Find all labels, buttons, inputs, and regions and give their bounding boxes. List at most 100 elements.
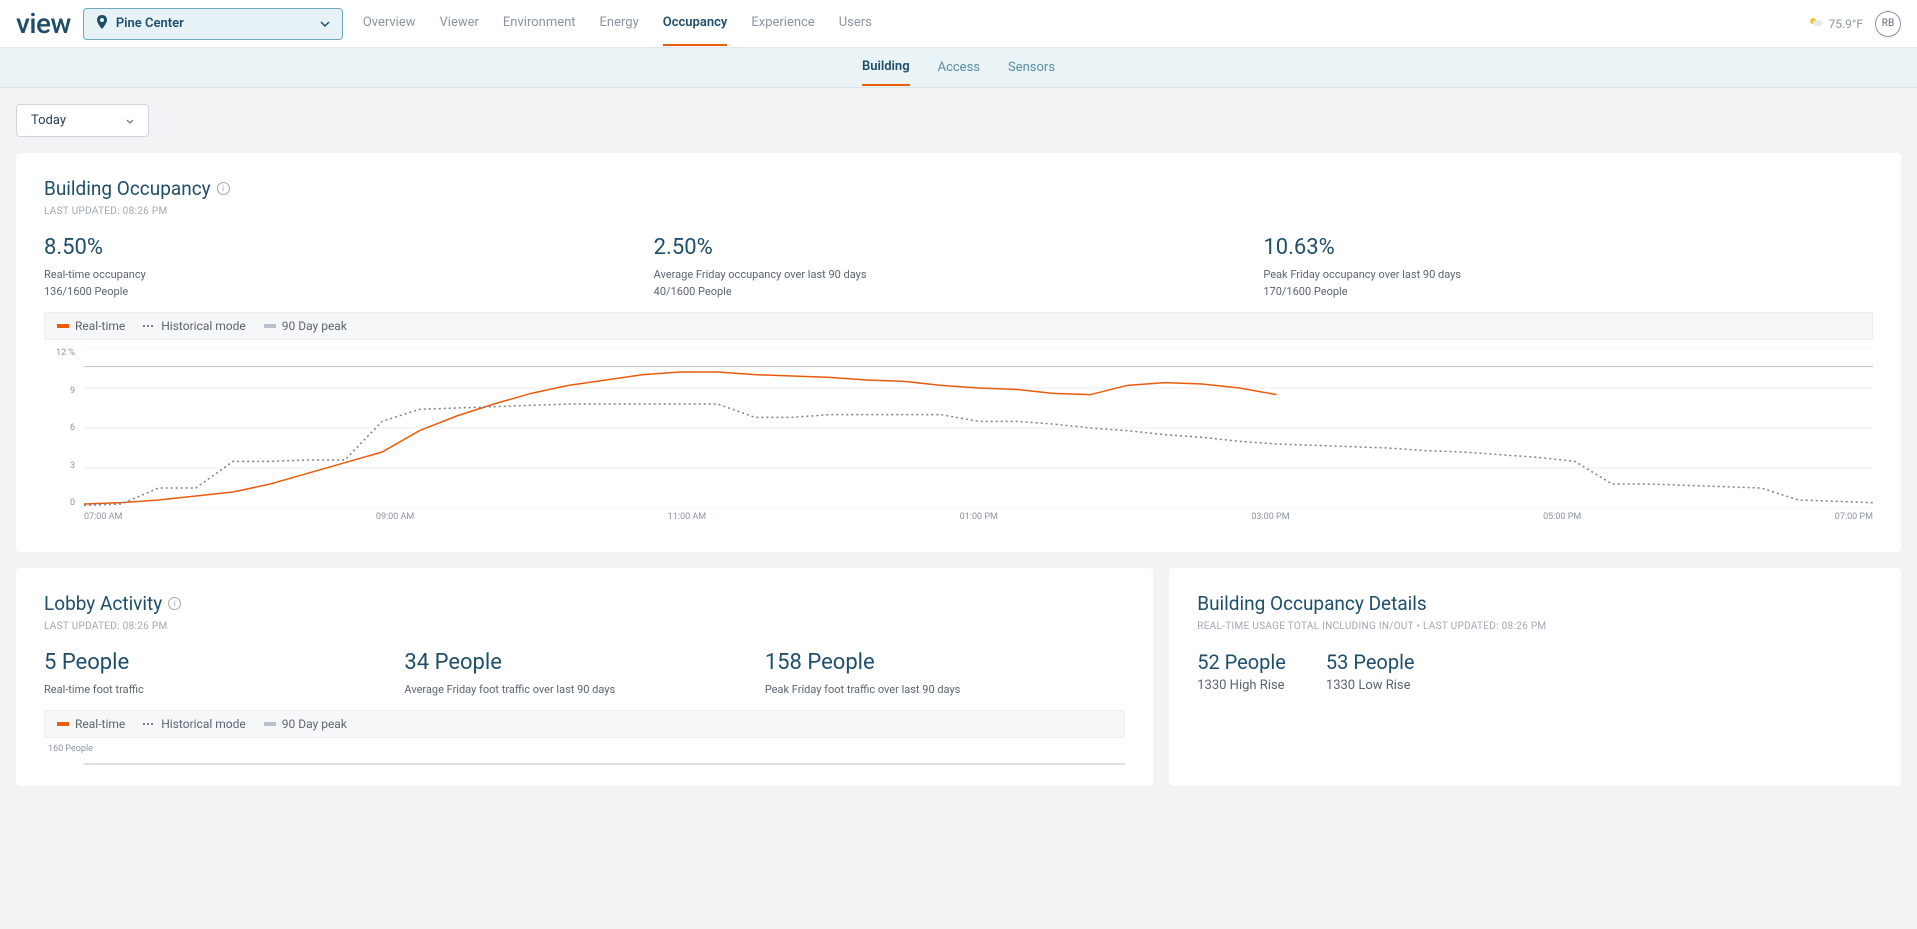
card-title: Building Occupancy i	[44, 177, 1873, 200]
stat-label: Peak Friday occupancy over last 90 days	[1263, 268, 1873, 281]
stat-value: 10.63%	[1263, 235, 1873, 260]
stat-value: 5 People	[44, 650, 404, 675]
last-updated: LAST UPDATED: 08:26 PM	[44, 621, 1125, 632]
subtitle: REAL-TIME USAGE TOTAL INCLUDING IN/OUT •…	[1197, 621, 1873, 632]
stats-row: 5 People Real-time foot traffic34 People…	[44, 650, 1125, 696]
y-axis: 12 % 9 6 3 0	[44, 348, 79, 508]
chevron-down-icon	[320, 16, 330, 31]
occupancy-chart: 12 % 9 6 3 0 07:00 AM 09:00 AM 11:00 AM 01:00 P…	[44, 348, 1873, 528]
stat-sub: 40/1600 People	[654, 285, 1264, 298]
detail-label: 1330 Low Rise	[1326, 678, 1415, 693]
nav-tab-energy[interactable]: Energy	[600, 1, 639, 46]
sub-tabs: Building Access Sensors	[0, 48, 1917, 88]
temperature-value: 75.9°F	[1828, 17, 1863, 31]
nav-tab-viewer[interactable]: Viewer	[440, 1, 479, 46]
brand-logo: view	[16, 7, 71, 40]
stat-block: 10.63% Peak Friday occupancy over last 9…	[1263, 235, 1873, 298]
x-tick: 07:00 AM	[84, 512, 122, 528]
caret-down-icon	[126, 113, 134, 128]
card-title: Building Occupancy Details	[1197, 592, 1873, 615]
detail-value: 53 People	[1326, 650, 1415, 674]
x-tick: 01:00 PM	[960, 512, 998, 528]
card-title-text: Building Occupancy	[44, 177, 211, 200]
card-title-text: Building Occupancy Details	[1197, 592, 1426, 615]
y-tick: 3	[44, 461, 79, 471]
lobby-y-top-label: 160 People	[48, 744, 1125, 754]
detail-label: 1330 High Rise	[1197, 678, 1286, 693]
detail-block: 53 People 1330 Low Rise	[1326, 650, 1415, 693]
detail-value: 52 People	[1197, 650, 1286, 674]
stat-sub: 136/1600 People	[44, 285, 654, 298]
stat-value: 8.50%	[44, 235, 654, 260]
time-range-value: Today	[31, 113, 66, 128]
stat-value: 158 People	[765, 650, 1125, 675]
x-tick: 03:00 PM	[1251, 512, 1289, 528]
y-tick: 6	[44, 423, 79, 433]
y-tick: 12 %	[44, 348, 79, 358]
x-axis: 07:00 AM 09:00 AM 11:00 AM 01:00 PM 03:00 PM…	[84, 512, 1873, 528]
main-tabs: Overview Viewer Environment Energy Occupancy…	[363, 1, 872, 46]
stat-value: 34 People	[404, 650, 764, 675]
series-real-time	[84, 372, 1277, 504]
chart-legend: Real-time Historical mode 90 Day peak	[44, 312, 1873, 340]
details-row: 52 People 1330 High Rise 53 People 1330 L…	[1197, 650, 1873, 693]
y-tick: 9	[44, 386, 79, 396]
stat-value: 2.50%	[654, 235, 1264, 260]
stat-block: 8.50% Real-time occupancy 136/1600 Peopl…	[44, 235, 654, 298]
stat-sub: 170/1600 People	[1263, 285, 1873, 298]
legend-historical[interactable]: Historical mode	[143, 319, 246, 333]
x-tick: 09:00 AM	[376, 512, 414, 528]
stats-row: 8.50% Real-time occupancy 136/1600 Peopl…	[44, 235, 1873, 298]
x-tick: 05:00 PM	[1543, 512, 1581, 528]
weather-widget[interactable]: 75.9°F	[1808, 16, 1863, 31]
info-icon[interactable]: i	[217, 182, 230, 195]
nav-tab-environment[interactable]: Environment	[503, 1, 576, 46]
subtab-access[interactable]: Access	[938, 50, 980, 85]
legend-peak[interactable]: 90 Day peak	[264, 319, 347, 333]
info-icon[interactable]: i	[168, 597, 181, 610]
occupancy-details-card: Building Occupancy Details REAL-TIME USA…	[1169, 568, 1901, 786]
subtab-building[interactable]: Building	[862, 49, 910, 86]
lobby-peak-line	[84, 761, 1125, 767]
nav-tab-overview[interactable]: Overview	[363, 1, 416, 46]
location-selector[interactable]: Pine Center	[83, 8, 343, 40]
nav-right: 75.9°F RB	[1808, 11, 1901, 37]
stat-label: Peak Friday foot traffic over last 90 da…	[765, 683, 1125, 696]
series-historical-mode	[84, 404, 1873, 505]
legend-peak[interactable]: 90 Day peak	[264, 717, 347, 731]
legend-realtime[interactable]: Real-time	[57, 717, 125, 731]
page-content: Today Building Occupancy i LAST UPDATED:…	[0, 88, 1917, 818]
detail-block: 52 People 1330 High Rise	[1197, 650, 1286, 693]
x-tick: 07:00 PM	[1835, 512, 1873, 528]
legend-historical[interactable]: Historical mode	[143, 717, 246, 731]
weather-icon	[1808, 16, 1824, 31]
subtab-sensors[interactable]: Sensors	[1008, 50, 1055, 85]
last-updated: LAST UPDATED: 08:26 PM	[44, 206, 1873, 217]
time-range-select[interactable]: Today	[16, 104, 149, 137]
stat-label: Real-time foot traffic	[44, 683, 404, 696]
stat-block: 5 People Real-time foot traffic	[44, 650, 404, 696]
stat-block: 158 People Peak Friday foot traffic over…	[765, 650, 1125, 696]
stat-label: Real-time occupancy	[44, 268, 654, 281]
pin-icon	[96, 15, 108, 33]
lobby-activity-card: Lobby Activity i LAST UPDATED: 08:26 PM …	[16, 568, 1153, 786]
card-title-text: Lobby Activity	[44, 592, 162, 615]
user-avatar[interactable]: RB	[1875, 11, 1901, 37]
stat-block: 34 People Average Friday foot traffic ov…	[404, 650, 764, 696]
building-occupancy-card: Building Occupancy i LAST UPDATED: 08:26…	[16, 153, 1901, 552]
user-initials: RB	[1882, 18, 1894, 29]
x-tick: 11:00 AM	[668, 512, 706, 528]
stat-label: Average Friday occupancy over last 90 da…	[654, 268, 1264, 281]
stat-label: Average Friday foot traffic over last 90…	[404, 683, 764, 696]
chart-legend: Real-time Historical mode 90 Day peak	[44, 710, 1125, 738]
top-nav: view Pine Center Overview Viewer Environme…	[0, 0, 1917, 48]
location-label: Pine Center	[116, 16, 184, 31]
card-title: Lobby Activity i	[44, 592, 1125, 615]
nav-tab-experience[interactable]: Experience	[751, 1, 814, 46]
nav-tab-users[interactable]: Users	[839, 1, 872, 46]
y-tick: 0	[44, 498, 79, 508]
nav-tab-occupancy[interactable]: Occupancy	[663, 1, 728, 46]
stat-block: 2.50% Average Friday occupancy over last…	[654, 235, 1264, 298]
plot-area	[84, 348, 1873, 508]
legend-realtime[interactable]: Real-time	[57, 319, 125, 333]
